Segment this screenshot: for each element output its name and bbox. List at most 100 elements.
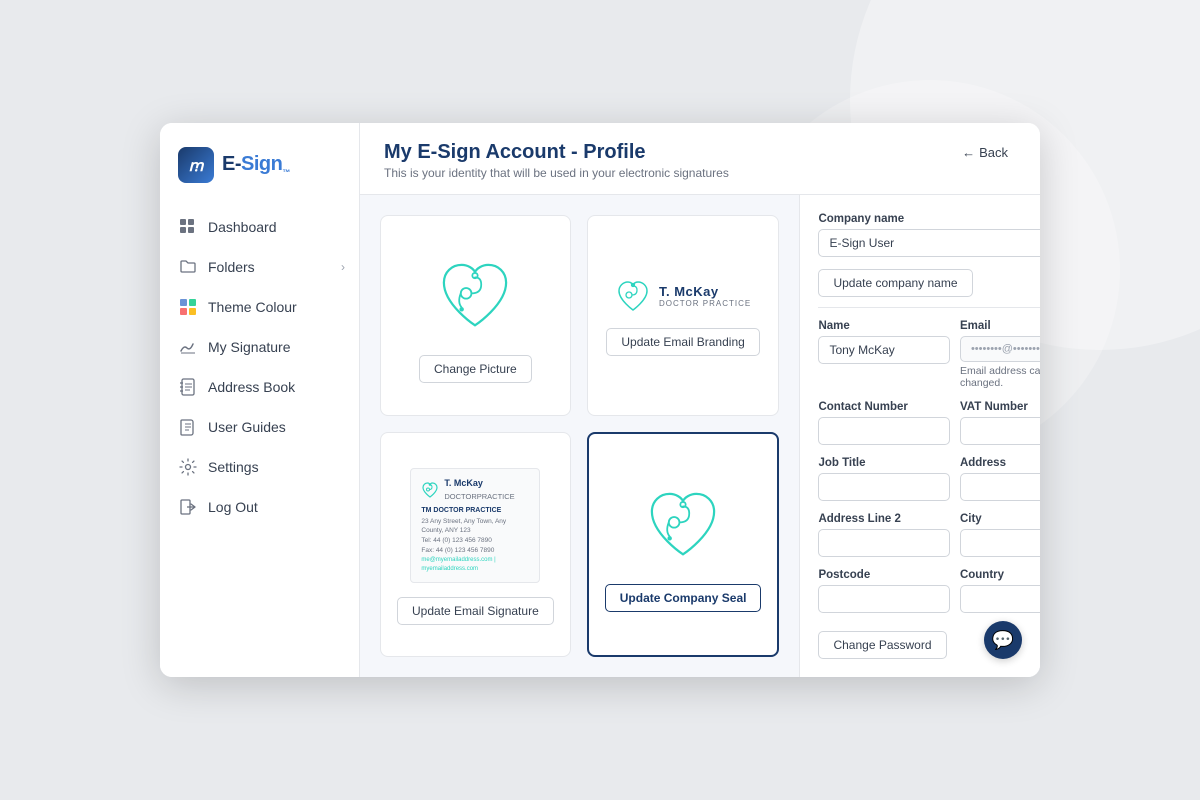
main-content: My E-Sign Account - Profile This is your… <box>360 123 1040 677</box>
address-label: Address <box>960 457 1040 469</box>
sidebar-item-user-guides[interactable]: User Guides <box>160 407 359 447</box>
email-branding-card: T. McKay DOCTOR PRACTICE Update Email Br… <box>587 215 780 416</box>
sig-line3: Fax: 44 (0) 123 456 7890 <box>421 546 529 556</box>
address-form-group: Address <box>960 457 1040 501</box>
email-branding-preview: T. McKay DOCTOR PRACTICE <box>615 278 751 314</box>
sidebar: ꭑ E‑Sign™ Dashboard <box>160 123 360 677</box>
country-input[interactable] <box>960 585 1040 613</box>
change-picture-button[interactable]: Change Picture <box>419 355 532 383</box>
sidebar-item-settings[interactable]: Settings <box>160 447 359 487</box>
grid-icon <box>178 217 198 237</box>
company-name-group: Company name Update company name <box>818 213 1040 297</box>
sidebar-item-folders[interactable]: Folders › <box>160 247 359 287</box>
folder-icon <box>178 257 198 277</box>
company-seal-card: Update Company Seal <box>587 432 780 657</box>
email-signature-preview: T. McKay DOCTORPRACTICE TM DOCTOR PRACTI… <box>410 468 540 582</box>
sig-company: TM DOCTOR PRACTICE <box>421 506 529 517</box>
email-brand-subtitle: DOCTOR PRACTICE <box>659 299 751 308</box>
jobtitle-address-row: Job Title Address <box>818 457 1040 501</box>
sidebar-item-dashboard[interactable]: Dashboard <box>160 207 359 247</box>
theme-icon <box>178 297 198 317</box>
main-header: My E-Sign Account - Profile This is your… <box>360 123 1040 195</box>
address-line2-label: Address Line 2 <box>818 513 950 525</box>
back-button[interactable]: ← Back <box>954 141 1016 164</box>
signature-icon <box>178 337 198 357</box>
page-subtitle: This is your identity that will be used … <box>384 166 729 180</box>
profile-form: Company name Update company name Name Em… <box>799 195 1040 677</box>
chat-button[interactable]: 💬 <box>984 621 1022 659</box>
city-form-group: City <box>960 513 1040 557</box>
vat-number-label: VAT Number <box>960 401 1040 413</box>
contact-vat-row: Contact Number VAT Number <box>818 401 1040 445</box>
sidebar-item-address-book[interactable]: Address Book <box>160 367 359 407</box>
email-label: Email <box>960 320 1040 332</box>
vat-number-input[interactable] <box>960 417 1040 445</box>
app-window: ꭑ E‑Sign™ Dashboard <box>160 123 1040 677</box>
chevron-right-icon: › <box>341 260 345 274</box>
sidebar-label-dashboard: Dashboard <box>208 219 277 235</box>
country-form-group: Country <box>960 569 1040 613</box>
sidebar-label-theme: Theme Colour <box>208 299 297 315</box>
profile-picture-image <box>430 251 520 341</box>
email-form-group: Email Email address can't be changed. <box>960 320 1040 389</box>
address2-city-row: Address Line 2 City <box>818 513 1040 557</box>
logo: ꭑ E‑Sign™ <box>160 147 359 207</box>
postcode-form-group: Postcode <box>818 569 950 613</box>
settings-icon <box>178 457 198 477</box>
change-picture-card: Change Picture <box>380 215 571 416</box>
email-brand-name: T. McKay <box>659 284 751 299</box>
addressbook-icon <box>178 377 198 397</box>
sidebar-label-folders: Folders <box>208 259 255 275</box>
address-input[interactable] <box>960 473 1040 501</box>
postcode-label: Postcode <box>818 569 950 581</box>
company-name-label: Company name <box>818 213 1040 225</box>
sidebar-label-signature: My Signature <box>208 339 290 355</box>
city-label: City <box>960 513 1040 525</box>
update-company-seal-button[interactable]: Update Company Seal <box>605 584 762 612</box>
sig-title: DOCTORPRACTICE <box>444 491 514 502</box>
sidebar-item-my-signature[interactable]: My Signature <box>160 327 359 367</box>
sidebar-item-logout[interactable]: Log Out <box>160 487 359 527</box>
sidebar-label-addressbook: Address Book <box>208 379 295 395</box>
address-line2-form-group: Address Line 2 <box>818 513 950 557</box>
page-title: My E-Sign Account - Profile <box>384 141 729 164</box>
form-divider <box>818 307 1040 308</box>
sig-line1: 23 Any Street, Any Town, Any County, ANY… <box>421 517 529 537</box>
back-label: Back <box>979 145 1008 160</box>
main-body: Change Picture T. M <box>360 195 1040 677</box>
logo-text: E‑Sign™ <box>222 153 290 177</box>
change-password-button[interactable]: Change Password <box>818 631 946 659</box>
name-label: Name <box>818 320 950 332</box>
update-company-name-button[interactable]: Update company name <box>818 269 972 297</box>
job-title-input[interactable] <box>818 473 950 501</box>
contact-number-input[interactable] <box>818 417 950 445</box>
chat-icon: 💬 <box>992 630 1014 651</box>
update-email-signature-button[interactable]: Update Email Signature <box>397 597 554 625</box>
company-name-form-group: Company name <box>818 213 1040 257</box>
postcode-country-row: Postcode Country <box>818 569 1040 613</box>
name-email-row: Name Email Email address can't be change… <box>818 320 1040 389</box>
sig-line4: me@myemailaddress.com | myemailaddress.c… <box>421 556 529 574</box>
country-label: Country <box>960 569 1040 581</box>
update-email-branding-button[interactable]: Update Email Branding <box>606 328 759 356</box>
vat-number-form-group: VAT Number <box>960 401 1040 445</box>
postcode-input[interactable] <box>818 585 950 613</box>
logo-icon: ꭑ <box>178 147 214 183</box>
sidebar-label-logout: Log Out <box>208 499 258 515</box>
logout-icon <box>178 497 198 517</box>
email-signature-card: T. McKay DOCTORPRACTICE TM DOCTOR PRACTI… <box>380 432 571 657</box>
company-name-input[interactable] <box>818 229 1040 257</box>
contact-number-form-group: Contact Number <box>818 401 950 445</box>
profile-cards-grid: Change Picture T. M <box>360 195 799 677</box>
sidebar-label-settings: Settings <box>208 459 259 475</box>
job-title-form-group: Job Title <box>818 457 950 501</box>
contact-number-label: Contact Number <box>818 401 950 413</box>
name-input[interactable] <box>818 336 950 364</box>
back-arrow-icon: ← <box>962 145 975 160</box>
sidebar-item-theme-colour[interactable]: Theme Colour <box>160 287 359 327</box>
email-note: Email address can't be changed. <box>960 365 1040 389</box>
email-input[interactable] <box>960 336 1040 362</box>
address-line2-input[interactable] <box>818 529 950 557</box>
sidebar-label-userguides: User Guides <box>208 419 286 435</box>
city-input[interactable] <box>960 529 1040 557</box>
